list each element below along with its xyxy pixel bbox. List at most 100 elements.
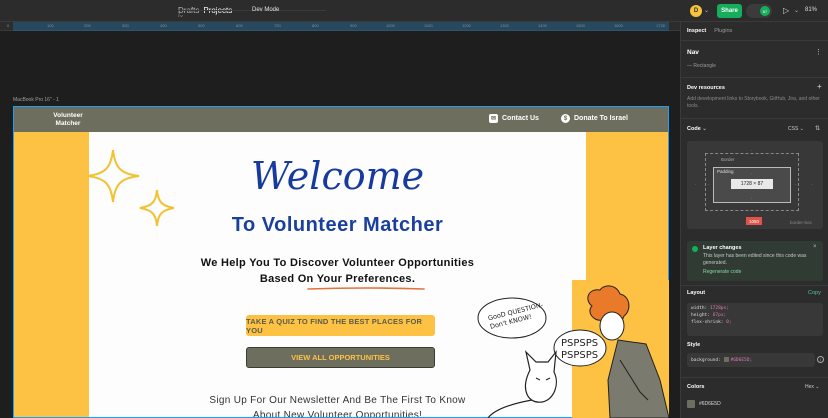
view-opportunities-button[interactable]: VIEW ALL OPPORTUNITIES [246, 347, 435, 368]
sparkles-icon [86, 149, 175, 227]
box-model-dash: - [795, 181, 797, 186]
box-model-dash: - [695, 181, 697, 186]
tabs-divider [681, 40, 828, 41]
notice-description: This layer has been edited since this co… [703, 253, 807, 266]
layer-type: — Rectangle [687, 63, 716, 69]
nav-contact-label: Contact Us [502, 115, 539, 122]
tagline-line-1: We Help You To Discover Volunteer Opport… [200, 257, 475, 269]
dev-mode-label[interactable]: Dev Mode [252, 7, 279, 13]
nav-donate-label: Donate To Israel [574, 115, 628, 122]
color-row[interactable]: #6D6E5D [687, 400, 721, 408]
chevron-down-icon[interactable]: ⌄ [794, 7, 799, 14]
chevron-down-icon[interactable]: ⌄ [704, 7, 709, 14]
code-line: width: 1728px; [691, 306, 819, 313]
ruler-tick: 0 [7, 23, 10, 28]
code-title-label: Code [687, 126, 701, 132]
close-icon[interactable]: × [813, 244, 817, 250]
brush-underline [307, 287, 425, 290]
code-value: 67px; [712, 312, 727, 318]
divider [681, 118, 828, 119]
box-sizing-label: border-box [790, 220, 812, 225]
info-dot-icon [692, 246, 698, 252]
color-value: #6D6E5D [699, 401, 721, 407]
ruler-tick: 1200 [462, 23, 471, 28]
info-icon[interactable]: i [817, 356, 824, 363]
box-model-size: 1728 × 87 [731, 179, 773, 189]
box-model-diagram: Border Padding 1728 × 87 - - - - - - - -… [687, 141, 823, 229]
ruler-tick: 200 [84, 23, 91, 28]
nav-contact-link[interactable]: ✉ Contact Us [489, 114, 539, 123]
figma-dev-mode-window: Drafts / Projects ⌄ Dev Mode D ⌄ Share 8… [0, 0, 828, 418]
color-swatch [723, 357, 729, 362]
regenerate-code-link[interactable]: Regenerate code [703, 269, 741, 275]
add-icon[interactable]: + [817, 82, 822, 91]
style-code-block[interactable]: background: #6D6E5D; [687, 353, 815, 367]
play-icon[interactable]: ▷ [783, 6, 789, 15]
tab-plugins[interactable]: Plugins [714, 28, 732, 34]
box-model-dash: - [751, 170, 753, 175]
code-language-label: CSS [788, 126, 799, 132]
take-quiz-button[interactable]: TAKE A QUIZ TO FIND THE BEST PLACES FOR … [246, 315, 435, 336]
multiplayer-users-pill[interactable]: 87 [746, 4, 772, 18]
site-nav-bar[interactable]: Volunteer Matcher ✉ Contact Us $ Donate … [14, 107, 668, 132]
tab-inspect[interactable]: Inspect [687, 28, 706, 34]
colors-title: Colors [687, 384, 705, 390]
ruler-tick: 1300 [500, 23, 509, 28]
code-line: height: 67px; [691, 313, 819, 320]
speech-pspsps-1: PSPSPS [561, 338, 598, 349]
inspect-panel: Inspect Plugins Nav ⋮ — Rectangle Dev re… [680, 22, 828, 418]
chevron-down-icon: ⌄ [702, 126, 707, 132]
code-settings-icon[interactable]: ⇅ [815, 125, 820, 132]
color-swatch [687, 400, 695, 408]
ruler-selection-highlight [13, 22, 669, 31]
ruler-tick: 900 [350, 23, 357, 28]
nav-donate-link[interactable]: $ Donate To Israel [561, 114, 628, 123]
share-button[interactable]: Share [717, 4, 742, 18]
code-value: #6D6E5D; [730, 358, 753, 363]
ruler-tick: 1500 [576, 23, 585, 28]
boy-and-cat-illustration: GooD QUESTION- Don't KNOW! PSPSPS PSPSPS [477, 280, 669, 418]
ruler-tick: 800 [312, 23, 319, 28]
color-format-label: Hex [805, 384, 814, 390]
user-count-badge: 87 [760, 6, 770, 16]
panel-tabs: Inspect Plugins [687, 28, 732, 34]
left-yellow-panel [14, 132, 89, 417]
code-value: 0; [726, 319, 732, 325]
avatar[interactable]: D [690, 5, 702, 17]
layout-code-block[interactable]: width: 1728px; height: 67px; flex-shrink… [687, 303, 823, 336]
copy-button[interactable]: Copy [808, 290, 821, 296]
code-key: flex-shrink: [691, 319, 727, 325]
code-key: width: [691, 306, 710, 311]
layer-name: Nav [687, 49, 699, 56]
more-icon[interactable]: ⋮ [815, 48, 822, 56]
code-key: height: [691, 312, 713, 318]
box-model-padding-label: Padding [717, 169, 734, 174]
layout-title: Layout [687, 290, 706, 296]
box-model-dash: - [708, 181, 710, 186]
code-language-select[interactable]: CSS ⌄ [788, 126, 804, 132]
ruler-tick: 1400 [538, 23, 547, 28]
top-toolbar: Drafts / Projects ⌄ Dev Mode D ⌄ Share 8… [0, 0, 828, 22]
ruler-tick: 1000 [386, 23, 395, 28]
ruler-tick: 300 [122, 23, 129, 28]
notice-title: Layer changes [703, 245, 742, 251]
divider [681, 77, 828, 78]
box-model-dash: - [751, 195, 753, 200]
ruler-tick: 1600 [614, 23, 623, 28]
code-line: flex-shrink: 0; [691, 320, 819, 327]
code-section-title[interactable]: Code ⌄ [687, 126, 707, 132]
box-model-dash: - [751, 147, 753, 152]
zoom-level[interactable]: 81% [805, 7, 817, 13]
ruler-tick: 700 [274, 23, 281, 28]
frame-label[interactable]: MacBook Pro 16" - 1 [13, 97, 59, 103]
horizontal-ruler: 0 100 200 300 400 500 600 700 800 900 10… [0, 22, 680, 31]
site-logo[interactable]: Volunteer Matcher [48, 112, 88, 128]
dev-resources-title: Dev resources [687, 85, 725, 91]
color-format-select[interactable]: Hex ⌄ [805, 384, 820, 390]
ruler-tick: 100 [47, 23, 54, 28]
ruler-tick: 600 [236, 23, 243, 28]
mail-icon: ✉ [489, 114, 498, 123]
ruler-tick: 400 [160, 23, 167, 28]
box-model-border-label: Border [721, 157, 735, 162]
box-model-badge: 1050 [746, 217, 762, 225]
